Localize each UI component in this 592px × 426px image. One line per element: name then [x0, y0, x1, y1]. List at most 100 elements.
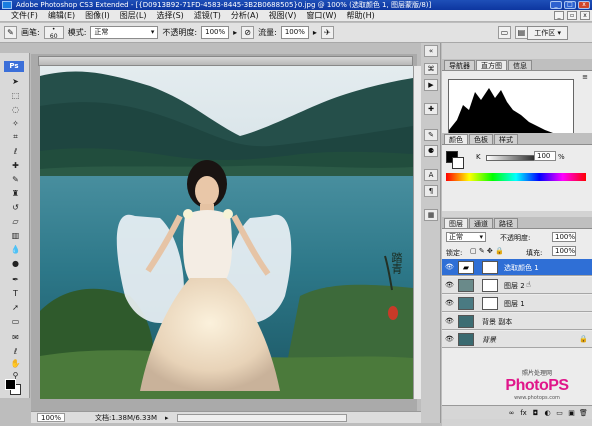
color-spectrum-bar[interactable]	[446, 173, 586, 181]
healing-brush-tool-icon[interactable]: ✚	[9, 159, 22, 171]
workspace-button[interactable]: 工作区 ▾	[527, 26, 568, 40]
tab-layers[interactable]: 图层	[444, 218, 468, 228]
lasso-tool-icon[interactable]: ◌	[9, 103, 22, 115]
adjustment-layer-icon[interactable]: ◐	[543, 409, 552, 417]
eraser-tool-icon[interactable]: ▱	[9, 215, 22, 227]
doc-info-text[interactable]: 文档:1.38M/6.33M	[95, 413, 157, 423]
brush-tool-preset-icon[interactable]: ✎	[4, 26, 17, 39]
paragraph-panel-icon[interactable]: ¶	[424, 185, 438, 197]
blend-mode-select[interactable]: 正常 ▾	[446, 232, 486, 242]
magic-wand-tool-icon[interactable]: ✧	[9, 117, 22, 129]
add-mask-icon[interactable]: ◘	[531, 409, 540, 417]
visibility-eye-icon[interactable]: 👁	[445, 282, 454, 289]
tablet-pressure-icon[interactable]: ⊘	[241, 26, 255, 39]
palette-well-icon[interactable]: ▤	[514, 26, 528, 39]
visibility-eye-icon[interactable]: 👁	[445, 336, 454, 343]
shape-tool-icon[interactable]: ▭	[9, 315, 22, 327]
tablet-icon[interactable]: ▭	[497, 26, 511, 39]
layer-opacity-input[interactable]: 100%	[552, 232, 576, 242]
visibility-eye-icon[interactable]: 👁	[445, 264, 454, 271]
flow-input[interactable]: 100%	[280, 26, 309, 39]
tab-navigator[interactable]: 导航器	[444, 60, 475, 70]
layer-style-icon[interactable]: fx	[519, 409, 528, 417]
brush-picker[interactable]: • 60	[43, 26, 64, 40]
tab-histogram[interactable]: 直方图	[476, 60, 507, 70]
minimize-button[interactable]: _	[550, 1, 562, 9]
layer-row-layer1[interactable]: 👁 图层 1	[442, 295, 592, 312]
menu-image[interactable]: 图像(I)	[80, 10, 115, 22]
path-selection-tool-icon[interactable]: ➚	[9, 301, 22, 313]
doc-close-icon[interactable]: x	[580, 11, 590, 20]
layer-row-selective-color[interactable]: 👁 ▰ 选取颜色 1	[442, 259, 592, 276]
menu-filter[interactable]: 滤镜(T)	[189, 10, 226, 22]
actions-panel-icon[interactable]: ▶	[424, 79, 438, 91]
horizontal-scrollbar[interactable]	[176, 413, 347, 422]
tab-styles[interactable]: 样式	[494, 134, 518, 144]
crop-tool-icon[interactable]: ⌗	[9, 131, 22, 143]
fill-input[interactable]: 100%	[552, 246, 576, 256]
tab-info[interactable]: 信息	[508, 60, 532, 70]
gradient-tool-icon[interactable]: ▥	[9, 229, 22, 241]
layer-mask-thumb[interactable]	[482, 297, 498, 310]
pen-tool-icon[interactable]: ✒	[9, 273, 22, 285]
layer-row-layer2[interactable]: 👁 图层 2 ☝	[442, 277, 592, 294]
tool-presets-icon[interactable]: ✚	[424, 103, 438, 115]
brushes-panel-icon[interactable]: ✎	[424, 129, 438, 141]
menu-window[interactable]: 窗口(W)	[301, 10, 341, 22]
menu-file[interactable]: 文件(F)	[6, 10, 43, 22]
info-panel-icon[interactable]: ▦	[424, 209, 438, 221]
image-canvas[interactable]: 踏青	[40, 66, 413, 399]
tab-paths[interactable]: 路径	[494, 218, 518, 228]
hand-tool-icon[interactable]: ✋	[9, 357, 22, 369]
close-button[interactable]: x	[578, 1, 590, 9]
tab-channels[interactable]: 通道	[469, 218, 493, 228]
brush-tool-icon[interactable]: ✎	[9, 173, 22, 185]
color-bg-swatch[interactable]	[452, 157, 464, 169]
link-layers-icon[interactable]: ∞	[507, 409, 516, 417]
new-layer-icon[interactable]: ▣	[567, 409, 576, 417]
histogram-menu-icon[interactable]: ≡	[582, 73, 588, 81]
dock-toggle-icon[interactable]: «	[424, 45, 438, 57]
tab-swatches[interactable]: 色板	[469, 134, 493, 144]
opacity-arrow-icon[interactable]: ▸	[233, 28, 237, 37]
layer-mask-thumb[interactable]	[482, 279, 498, 292]
dodge-tool-icon[interactable]: ●	[9, 257, 22, 269]
type-tool-icon[interactable]: T	[9, 287, 22, 299]
doc-minimize-icon[interactable]: _	[554, 11, 564, 20]
foreground-color-swatch[interactable]	[5, 379, 16, 390]
menu-select[interactable]: 选择(S)	[151, 10, 188, 22]
opacity-input[interactable]: 100%	[201, 26, 230, 39]
zoom-field[interactable]: 100%	[37, 413, 66, 422]
color-k-input[interactable]: 100	[534, 151, 556, 161]
eyedropper-tool-icon[interactable]: ℓ	[9, 145, 22, 157]
layer-row-background[interactable]: 👁 背景 🔒	[442, 331, 592, 348]
mode-select[interactable]: 正常 ▾	[90, 26, 159, 39]
menu-layer[interactable]: 图层(L)	[115, 10, 152, 22]
tab-color[interactable]: 颜色	[444, 134, 468, 144]
menu-help[interactable]: 帮助(H)	[342, 10, 380, 22]
character-panel-icon[interactable]: A	[424, 169, 438, 181]
history-panel-icon[interactable]: ⌘	[424, 63, 438, 75]
history-brush-tool-icon[interactable]: ↺	[9, 201, 22, 213]
lock-icons[interactable]: ▢ ✎ ✥ 🔒	[470, 247, 504, 255]
document-tab[interactable]	[38, 56, 413, 66]
eyedropper2-tool-icon[interactable]: ℓ	[9, 345, 22, 357]
menu-analysis[interactable]: 分析(A)	[226, 10, 264, 22]
marquee-tool-icon[interactable]: ⬚	[9, 89, 22, 101]
menu-view[interactable]: 视图(V)	[264, 10, 302, 22]
doc-restore-icon[interactable]: ▫	[567, 11, 577, 20]
airbrush-icon[interactable]: ✈	[320, 26, 334, 39]
maximize-button[interactable]: □	[564, 1, 576, 9]
new-group-icon[interactable]: ▭	[555, 409, 564, 417]
clone-stamp-tool-icon[interactable]: ♜	[9, 187, 22, 199]
visibility-eye-icon[interactable]: 👁	[445, 300, 454, 307]
move-tool-icon[interactable]: ➤	[9, 75, 22, 87]
flow-arrow-icon[interactable]: ▸	[313, 28, 317, 37]
menu-edit[interactable]: 编辑(E)	[43, 10, 80, 22]
visibility-eye-icon[interactable]: 👁	[445, 318, 454, 325]
layer-mask-thumb[interactable]	[482, 261, 498, 274]
delete-layer-icon[interactable]: 🗑	[579, 409, 588, 417]
layer-row-background-copy[interactable]: 👁 背景 副本	[442, 313, 592, 330]
notes-tool-icon[interactable]: ✉	[9, 331, 22, 343]
vertical-scrollbar[interactable]	[413, 66, 421, 399]
